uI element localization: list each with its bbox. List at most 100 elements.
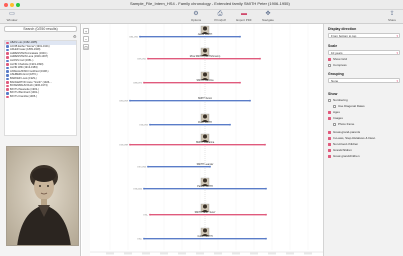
compress-label: Compress xyxy=(333,63,347,67)
close-window-button[interactable] xyxy=(4,3,8,7)
thumbnail-head-icon xyxy=(203,114,207,119)
time-axis-tick xyxy=(286,252,294,255)
gear-icon: ⚙ xyxy=(193,11,199,17)
time-axis-tick xyxy=(196,252,204,255)
zoom-fit-button[interactable]: ⊡ xyxy=(83,44,89,50)
birth-marker xyxy=(147,57,149,60)
display-direction-select[interactable]: From bottom to top ▾ xyxy=(328,33,400,38)
time-axis-tick xyxy=(214,252,222,255)
non-blood-children-label: Non-blood children xyxy=(333,142,359,146)
scale-heading: Scale xyxy=(328,44,338,48)
great-grandchildren-checkbox[interactable]: Great grandchildren xyxy=(328,154,360,158)
compress-checkbox[interactable]: Compress xyxy=(328,63,347,67)
ages-checkbox[interactable]: Ages xyxy=(328,110,340,114)
show-grid-checkbox[interactable]: Show Grid xyxy=(328,57,347,61)
death-marker xyxy=(239,35,241,38)
window-button[interactable]: ▭ Window xyxy=(0,10,24,24)
person-years-label: 1906-1955 xyxy=(139,124,148,126)
person-sidebar: Search (0/250 results) ⚙ ABAS Luis (1982… xyxy=(0,24,81,256)
great-grandparents-label: Great-grand-parents xyxy=(333,130,361,134)
print-button[interactable]: ⎙ Print/pdf xyxy=(208,10,232,24)
person-name: BAYTH Neanette (1903-) xyxy=(10,87,39,91)
images-checkbox[interactable]: Images xyxy=(328,116,343,120)
show-heading: Show xyxy=(328,92,338,96)
death-marker xyxy=(265,237,267,240)
person-years-label: 1861-1931 xyxy=(129,36,138,38)
person-name: ACOB Esther "Esma" (1901-1931) xyxy=(10,44,50,48)
death-marker xyxy=(209,165,211,168)
person-name-label: SMITH Carolina xyxy=(196,79,214,82)
death-marker xyxy=(264,143,266,146)
photo-frame-checkbox[interactable]: Photo frame xyxy=(333,122,354,126)
great-grandparents-checkbox[interactable]: Great-grand-parents xyxy=(328,130,360,134)
options-button[interactable]: ⚙ Options xyxy=(184,10,208,24)
lifespan-bar xyxy=(144,188,266,190)
birth-marker xyxy=(143,237,145,240)
lifespan-bar xyxy=(150,214,266,216)
grouping-select[interactable]: None ▾ xyxy=(328,78,400,83)
toolbar: ▭ Window ⚙ Options ⎙ Print/pdf ▬ Export … xyxy=(0,10,403,24)
title-bar: Sample_File_Intern_HS4 - Family chronolo… xyxy=(0,0,403,10)
grouping-value: None xyxy=(331,79,339,83)
person-list-item[interactable]: BAYTH Camilla (1905-) xyxy=(5,95,76,99)
death-marker xyxy=(265,213,267,216)
person-name-label: SMITH Leander xyxy=(197,163,214,166)
person-name-label: Mina SMITH (née Hohmann) xyxy=(190,55,221,58)
checkbox-unchecked-icon xyxy=(333,104,336,108)
window-button-label: Window xyxy=(6,18,18,22)
checkbox-checked-icon xyxy=(328,110,331,114)
diagonal-dates-checkbox[interactable]: Use Diagonal Dates xyxy=(333,104,365,108)
search-field[interactable]: Search (0/250 results) xyxy=(4,26,77,32)
thumbnail-head-icon xyxy=(203,134,207,139)
person-name: ABAS Luis (1982-1985) xyxy=(10,41,38,44)
person-name-label: SMITH Anton xyxy=(198,97,213,100)
checkbox-checked-icon xyxy=(328,130,331,134)
person-name: ANSHALZINSKI Gottfried (1908-) xyxy=(10,69,49,73)
navigate-label: Navigate xyxy=(262,18,274,22)
checkbox-checked-icon xyxy=(328,154,331,158)
chronology-canvas[interactable]: Jacob SMITH 1861-1931 Mina SMITH (née Hohm… xyxy=(90,24,323,256)
zoom-window-button[interactable] xyxy=(16,3,20,7)
lifespan-bar xyxy=(140,36,240,38)
numbering-checkbox[interactable]: Numbering xyxy=(328,98,348,102)
minimize-window-button[interactable] xyxy=(10,3,14,7)
ages-label: Ages xyxy=(333,110,340,114)
thumbnail-head-icon xyxy=(203,72,207,77)
export-pdf-button[interactable]: ▬ Export PDF xyxy=(232,10,256,24)
birth-marker xyxy=(147,165,149,168)
in-laws-label: In-Laws, Step-Relatives & Desc. xyxy=(333,136,377,140)
thumbnail-head-icon xyxy=(203,228,207,233)
person-years-label: 1894-1959 xyxy=(119,100,128,102)
lifespan-bar xyxy=(148,58,260,60)
sidebar-icon: ▭ xyxy=(9,11,15,17)
in-laws-checkbox[interactable]: In-Laws, Step-Relatives & Desc. xyxy=(328,136,376,140)
window-title: Sample_File_Intern_HS4 - Family chronolo… xyxy=(130,1,290,6)
navigate-button[interactable]: ✥ Navigate xyxy=(256,10,280,24)
chevron-down-icon: ▾ xyxy=(396,51,398,55)
share-button[interactable]: ⇪ Share xyxy=(382,10,402,24)
non-blood-children-checkbox[interactable]: Non-blood children xyxy=(328,142,358,146)
print-icon: ⎙ xyxy=(217,11,223,17)
scale-select[interactable]: 10 years ▾ xyxy=(328,50,400,55)
thumbnail-head-icon xyxy=(203,204,207,209)
time-axis-tick xyxy=(160,252,168,255)
person-years-label: 1909-1989 xyxy=(119,144,128,146)
chevron-down-icon: ▾ xyxy=(396,34,398,38)
zoom-in-button[interactable]: + xyxy=(83,28,89,34)
grandchildren-checkbox[interactable]: Grandchildren xyxy=(328,148,352,152)
checkbox-checked-icon xyxy=(328,142,331,146)
checkbox-unchecked-icon xyxy=(328,98,331,102)
birth-marker xyxy=(143,81,145,84)
zoom-out-button[interactable]: − xyxy=(83,36,89,42)
print-label: Print/pdf xyxy=(214,18,226,22)
thumbnail-head-icon xyxy=(203,48,207,53)
sidebar-gear-icon[interactable]: ⚙ xyxy=(73,34,77,39)
person-list[interactable]: ABAS Luis (1982-1985) ACOB Esther "Esma" … xyxy=(4,40,77,136)
birth-marker xyxy=(149,123,151,126)
birth-marker xyxy=(143,187,145,190)
person-name: BANGERTON Jane "Smith" (1926-... xyxy=(10,80,53,84)
person-years-label: 1898-1975 xyxy=(133,82,142,84)
lifespan-bar xyxy=(148,166,210,168)
time-axis-tick xyxy=(106,252,114,255)
person-name-label: Jacob SMITH xyxy=(198,33,213,36)
